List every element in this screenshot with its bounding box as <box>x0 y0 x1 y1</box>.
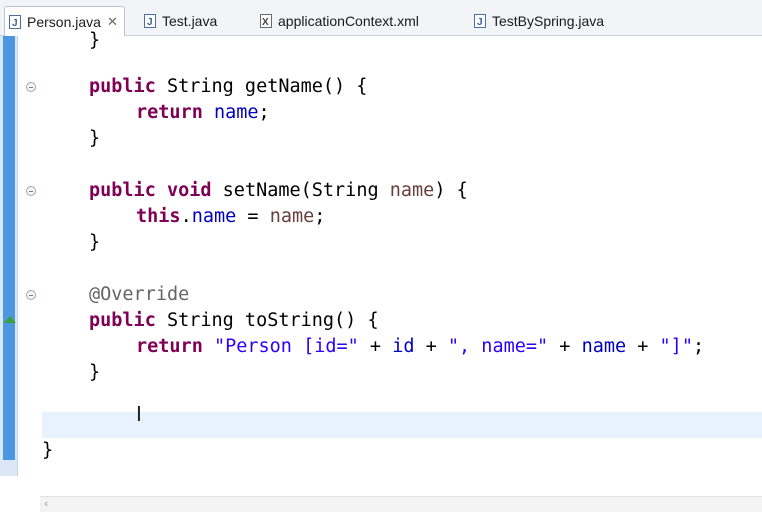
tab-test-java[interactable]: J Test.java <box>144 6 217 36</box>
scroll-left-icon[interactable]: ‹ <box>44 497 48 510</box>
tab-label: TestBySpring.java <box>492 13 605 29</box>
text-cursor-icon: I <box>136 402 142 426</box>
code-line: public String getName() { <box>89 76 368 97</box>
tab-test-by-spring-java[interactable]: J TestBySpring.java <box>474 6 604 36</box>
java-file-icon: J <box>474 14 486 28</box>
code-line: } <box>89 30 101 51</box>
tab-label: Test.java <box>162 13 218 29</box>
code-line: public String toString() { <box>89 310 379 331</box>
svg-text:J: J <box>147 17 153 28</box>
close-icon[interactable]: ✕ <box>107 14 118 30</box>
code-area[interactable]: } public String getName() { return name;… <box>42 30 762 476</box>
override-marker-icon[interactable] <box>4 316 16 323</box>
code-line: } <box>42 440 54 461</box>
overview-ruler[interactable] <box>0 36 18 476</box>
line-gutter <box>4 36 40 476</box>
code-editor[interactable]: } public String getName() { return name;… <box>0 30 762 512</box>
tab-label: applicationContext.xml <box>278 13 419 29</box>
code-line: return name; <box>136 102 270 123</box>
change-indicator <box>3 36 15 460</box>
xml-file-icon: X <box>260 14 272 28</box>
svg-text:X: X <box>262 17 269 28</box>
code-line: } <box>89 362 101 383</box>
tab-person-java[interactable]: J Person.java ✕ <box>4 6 125 36</box>
code-line: } <box>89 232 101 253</box>
fold-toggle-icon[interactable] <box>26 186 36 196</box>
svg-text:J: J <box>477 17 483 28</box>
code-line: @Override <box>89 284 190 305</box>
tab-application-context-xml[interactable]: X applicationContext.xml <box>260 6 419 36</box>
code-line: public void setName(String name) { <box>89 180 468 201</box>
code-line: return "Person [id=" + id + ", name=" + … <box>136 336 705 357</box>
svg-text:J: J <box>12 18 18 29</box>
fold-toggle-icon[interactable] <box>26 82 36 92</box>
fold-toggle-icon[interactable] <box>26 290 36 300</box>
java-file-icon: J <box>144 14 156 28</box>
java-file-icon: J <box>9 14 21 29</box>
code-line: this.name = name; <box>136 206 326 227</box>
horizontal-scrollbar[interactable]: ‹ <box>40 496 762 512</box>
editor-tab-bar: J Person.java ✕ J Test.java X applicatio… <box>0 0 762 36</box>
code-line: } <box>89 128 101 149</box>
